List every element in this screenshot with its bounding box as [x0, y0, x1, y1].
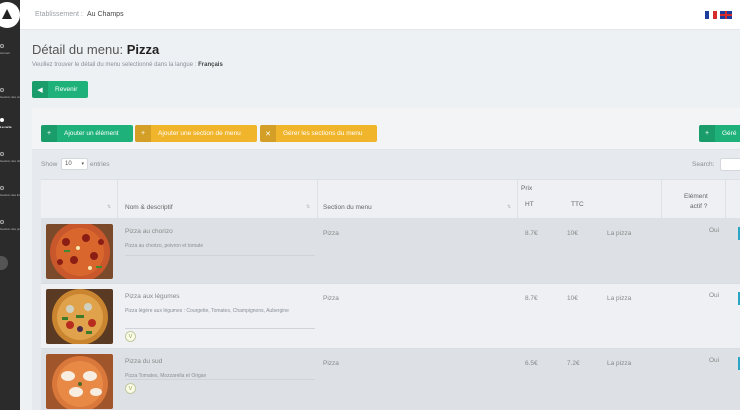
page-size-select[interactable]: 10 ▾ [61, 158, 88, 170]
sidebar-item-orders[interactable]: Gestion des commandes [0, 88, 20, 112]
panel-toolbar: + Ajouter un élément + Ajouter une secti… [32, 108, 740, 150]
vegetarian-badge-icon: V [125, 383, 136, 394]
manage-button[interactable]: + Géré [699, 125, 740, 142]
item-price-ttc: 10€ [567, 295, 578, 302]
column-header-name[interactable]: Nom & descriptif [125, 204, 173, 211]
column-header-section[interactable]: Section du menu [323, 204, 372, 211]
search-label: Search: [692, 161, 715, 168]
column-header-active[interactable]: Elément [684, 193, 708, 200]
pizza-chorizo-image [46, 224, 113, 279]
manage-sections-button[interactable]: ✕ Gérer les sections du menu [260, 125, 377, 142]
menu-detail-panel: + Ajouter un élément + Ajouter une secti… [32, 108, 740, 410]
promo-icon [0, 220, 4, 224]
item-description: Pizza au chorizo, poivron et tomate [125, 243, 204, 249]
item-description: Pizza légère aux légumes : Courgette, To… [125, 308, 289, 314]
page-subtitle: Veuillez trouver le détail du menu selec… [32, 62, 223, 68]
sidebar-item-promotions[interactable]: Gestion des promotions [0, 220, 20, 244]
sidebar-item-home[interactable]: Accueil [0, 44, 20, 68]
item-section: Pizza [323, 295, 339, 302]
plus-icon: + [135, 125, 151, 142]
item-price-ht: 6.5€ [525, 360, 538, 367]
language-name: Français [198, 62, 223, 68]
top-bar: Etablissement : Au Champs [20, 0, 740, 30]
french-flag-icon[interactable] [705, 11, 717, 19]
sidebar-item-clients[interactable]: Gestion des clients [0, 152, 20, 176]
plus-icon: + [699, 125, 715, 142]
pizza-vegetables-image [46, 289, 113, 344]
home-icon [0, 44, 4, 48]
pizza-sud-image [46, 354, 113, 409]
table-row[interactable]: Pizza au chorizo Pizza au chorizo, poivr… [41, 219, 740, 284]
item-active: Oui [709, 292, 720, 299]
item-price-ht: 8.7€ [525, 230, 538, 237]
item-menu: La pizza [607, 360, 632, 367]
item-name: Pizza au chorizo [125, 228, 173, 235]
item-section: Pizza [323, 230, 339, 237]
item-name: Pizza du sud [125, 358, 163, 365]
column-header-ht[interactable]: HT [525, 201, 534, 208]
delivery-icon [0, 186, 4, 190]
app-logo[interactable] [0, 2, 20, 30]
item-price-ttc: 10€ [567, 230, 578, 237]
establishment-label: Etablissement : [35, 11, 83, 18]
plus-icon: + [41, 125, 57, 142]
back-button[interactable]: ◀ Revenir [32, 81, 88, 98]
sidebar: Accueil Gestion des commandes La carte G… [0, 0, 20, 410]
item-menu: La pizza [607, 295, 632, 302]
sidebar-toggle-button[interactable] [0, 256, 8, 270]
page-title: Détail du menu: Pizza [32, 42, 160, 57]
sort-icon[interactable]: ⇅ [306, 204, 310, 210]
item-description: Pizza Tomates, Mozzarella et Origan [125, 373, 207, 379]
sort-icon[interactable]: ⇅ [507, 204, 511, 210]
table-row[interactable]: Pizza aux légumes Pizza légère aux légum… [41, 284, 740, 349]
english-flag-icon[interactable] [720, 11, 732, 19]
item-name: Pizza aux légumes [125, 293, 180, 300]
column-header-ttc[interactable]: TTC [571, 201, 584, 208]
vegetarian-badge-icon: V [125, 331, 136, 342]
establishment-name[interactable]: Au Champs [87, 11, 124, 18]
menu-icon [0, 118, 4, 122]
item-active: Oui [709, 227, 720, 234]
item-price-ttc: 7.2€ [567, 360, 580, 367]
orders-icon [0, 88, 4, 92]
show-label: Show [41, 161, 58, 168]
clients-icon [0, 152, 4, 156]
column-header-price: Prix [521, 185, 533, 192]
item-price-ht: 8.7€ [525, 295, 538, 302]
table-row[interactable]: Pizza du sud Pizza Tomates, Mozzarella e… [41, 349, 740, 410]
item-menu: La pizza [607, 230, 632, 237]
menu-name: Pizza [126, 42, 160, 57]
tools-icon: ✕ [260, 125, 276, 142]
sort-icon[interactable]: ⇅ [107, 204, 111, 210]
column-header-active-line2[interactable]: actif ? [690, 203, 707, 210]
sidebar-item-delivery[interactable]: Gestion des livreurs [0, 186, 20, 210]
table-header: ⇅ Nom & descriptif ⇅ Section du menu ⇅ P… [41, 179, 740, 220]
item-active: Oui [709, 357, 720, 364]
chevron-down-icon: ▾ [81, 161, 84, 167]
entries-label: entries [90, 161, 110, 168]
item-section: Pizza [323, 360, 339, 367]
sidebar-item-menu[interactable]: La carte [0, 118, 20, 142]
add-section-button[interactable]: + Ajouter une section de menu [135, 125, 257, 142]
add-element-button[interactable]: + Ajouter un élément [41, 125, 133, 142]
back-arrow-icon: ◀ [32, 81, 48, 98]
search-input[interactable] [720, 158, 740, 171]
